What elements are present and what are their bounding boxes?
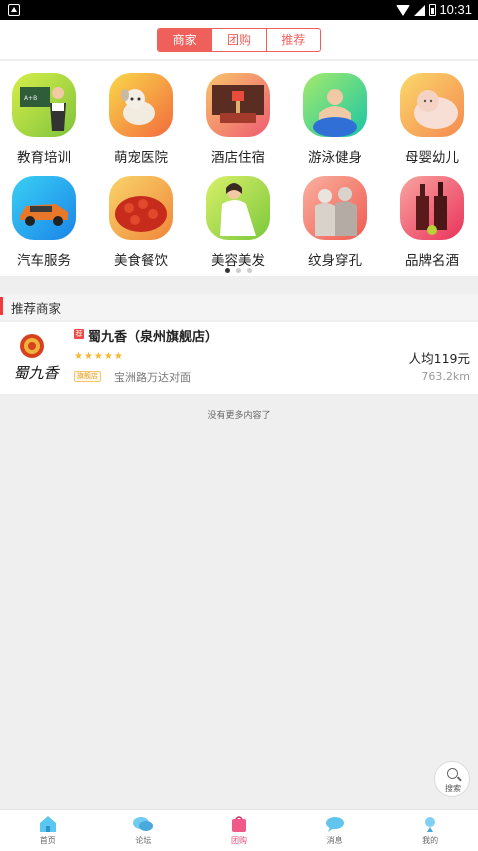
category-label: 教育培训 <box>17 150 71 166</box>
category-grid: A+B 教育培训 萌宠医院 酒店住宿 游泳健身 母婴幼儿 汽车服务 美食餐饮 美… <box>0 61 478 276</box>
food-icon <box>109 176 173 240</box>
recommend-tag: 荐 <box>74 329 84 339</box>
bottom-tab-bar: 首页 论坛 团购 消息 我的 <box>0 809 478 851</box>
segment-recommend[interactable]: 推荐 <box>267 29 320 51</box>
tab-label: 首页 <box>39 836 56 845</box>
search-icon <box>447 768 458 779</box>
wifi-icon <box>396 4 410 16</box>
signal-icon <box>414 4 425 16</box>
category-car-service[interactable]: 汽车服务 <box>4 176 84 269</box>
battery-icon <box>429 4 436 16</box>
search-button[interactable]: 搜索 <box>434 761 470 797</box>
profile-icon <box>419 815 441 833</box>
rating-stars: ★★★★★ <box>74 351 124 362</box>
category-label: 酒店住宿 <box>211 150 265 166</box>
category-swimming-fitness[interactable]: 游泳健身 <box>295 73 375 166</box>
status-time: 10:31 <box>439 2 472 17</box>
category-hotel[interactable]: 酒店住宿 <box>198 73 278 166</box>
average-price: 人均119元 <box>408 351 470 366</box>
tab-profile[interactable]: 我的 <box>382 810 478 851</box>
shop-list-item[interactable]: 蜀九香 荐 蜀九香（泉州旗舰店） ★★★★★ 人均119元 旗舰店 宝洲路万达对… <box>0 322 478 394</box>
segment-group-buy[interactable]: 团购 <box>212 29 267 51</box>
tab-group-buy[interactable]: 团购 <box>191 810 287 851</box>
hotel-icon <box>206 73 270 137</box>
category-label: 汽车服务 <box>17 253 71 269</box>
segment-control: 商家 团购 推荐 <box>157 28 321 52</box>
category-label: 品牌名酒 <box>405 253 459 269</box>
section-accent-bar <box>0 297 3 315</box>
category-label: 纹身穿孔 <box>308 253 362 269</box>
flagship-badge: 旗舰店 <box>74 371 101 382</box>
group-buy-icon <box>228 815 250 833</box>
tab-label: 消息 <box>326 836 343 845</box>
category-education[interactable]: A+B 教育培训 <box>4 73 84 166</box>
tab-home[interactable]: 首页 <box>0 810 96 851</box>
category-tattoo-piercing[interactable]: 纹身穿孔 <box>295 176 375 269</box>
shop-address: 宝洲路万达对面 <box>114 371 191 384</box>
category-label: 美容美发 <box>211 253 265 269</box>
tab-label: 我的 <box>422 836 439 845</box>
pet-hospital-icon <box>109 73 173 137</box>
wine-icon <box>400 176 464 240</box>
tab-message[interactable]: 消息 <box>287 810 383 851</box>
tab-forum[interactable]: 论坛 <box>96 810 192 851</box>
segment-merchants[interactable]: 商家 <box>158 29 213 51</box>
status-bar: 10:31 <box>0 0 478 20</box>
category-label: 游泳健身 <box>308 150 362 166</box>
message-icon <box>324 815 346 833</box>
section-title: 推荐商家 <box>11 301 62 316</box>
notification-icon <box>8 4 20 16</box>
no-more-content: 没有更多内容了 <box>207 411 271 421</box>
category-wine[interactable]: 品牌名酒 <box>392 176 472 269</box>
shop-logo: 蜀九香 <box>8 330 64 386</box>
category-mother-baby[interactable]: 母婴幼儿 <box>392 73 472 166</box>
svg-text:A+B: A+B <box>24 95 37 102</box>
tattoo-piercing-icon <box>303 176 367 240</box>
forum-icon <box>132 815 154 833</box>
shop-distance: 763.2km <box>421 370 470 383</box>
category-label: 母婴幼儿 <box>405 150 459 166</box>
tab-label: 论坛 <box>135 836 152 845</box>
section-header: 推荐商家 <box>0 294 478 320</box>
shop-name[interactable]: 蜀九香（泉州旗舰店） <box>88 326 218 345</box>
page-dot[interactable] <box>247 268 252 273</box>
beauty-salon-icon <box>206 176 270 240</box>
swimming-fitness-icon <box>303 73 367 137</box>
education-icon: A+B <box>12 73 76 137</box>
top-bar: 商家 团购 推荐 <box>0 20 478 60</box>
home-icon <box>37 815 59 833</box>
category-label: 萌宠医院 <box>114 150 168 166</box>
category-food[interactable]: 美食餐饮 <box>101 176 181 269</box>
shop-logo-text: 蜀九香 <box>13 364 60 382</box>
page-dot[interactable] <box>225 268 230 273</box>
mother-baby-icon <box>400 73 464 137</box>
category-beauty-salon[interactable]: 美容美发 <box>198 176 278 269</box>
category-pet-hospital[interactable]: 萌宠医院 <box>101 73 181 166</box>
category-label: 美食餐饮 <box>114 253 168 269</box>
tab-label: 团购 <box>230 836 247 845</box>
page-dot[interactable] <box>236 268 241 273</box>
search-label: 搜索 <box>445 784 461 793</box>
page-indicator <box>225 268 252 273</box>
car-service-icon <box>12 176 76 240</box>
